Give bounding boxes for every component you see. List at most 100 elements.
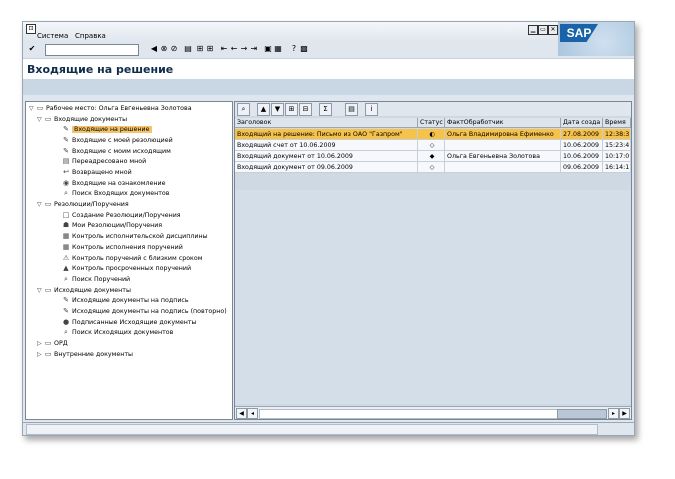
tree-item[interactable]: ▲ Контроль просроченных поручений	[62, 263, 191, 273]
status-icon: ◇	[418, 140, 445, 151]
scroll-track[interactable]	[259, 409, 607, 419]
horizontal-scrollbar[interactable]: ◀ ◂ ▸ ▶	[235, 406, 631, 419]
scroll-right-icon[interactable]: ▶	[619, 408, 630, 419]
system-menu-icon[interactable]: ⊡	[26, 24, 36, 34]
scroll-thumb[interactable]	[557, 409, 607, 419]
tree-item[interactable]: ◉ Входящие на ознакомление	[62, 178, 166, 188]
tree-group-label: Входящие документы	[54, 115, 128, 123]
column-header[interactable]: Время	[603, 118, 631, 128]
tree-item-icon: ▤	[62, 157, 70, 166]
close-button[interactable]: ✕	[548, 25, 558, 35]
table-row[interactable]: Входящий документ от 10.06.2009 ◆ Ольга Ев…	[235, 151, 631, 162]
tree-item[interactable]: ⌕ Поиск Входящих документов	[62, 188, 169, 198]
tree-item-label: Исходящие документы на подпись (повторно…	[72, 307, 227, 315]
tree-item[interactable]: ⌕ Поиск Поручений	[62, 274, 130, 284]
tree-group[interactable]: ▽ ▭ Входящие документы	[37, 114, 127, 124]
tree-item-icon: ☗	[62, 221, 70, 230]
help-icon[interactable]: ?	[289, 44, 299, 54]
tree-item[interactable]: ▦ Контроль исполнительской дисциплины	[62, 231, 208, 241]
column-header[interactable]: ФактОбработчик	[445, 118, 561, 128]
tree-collapse-icon[interactable]: ▷	[37, 350, 44, 360]
tree-expand-icon[interactable]: ▽	[37, 200, 44, 210]
tree-item[interactable]: ✎ Исходящие документы на подпись (повторн…	[62, 306, 227, 316]
tree-item[interactable]: ✎ Входящие с моим исходящим	[62, 146, 171, 156]
command-field[interactable]	[45, 44, 139, 56]
tree-group[interactable]: ▷ ▭ ОРД	[37, 338, 68, 348]
minimize-button[interactable]: ▁	[528, 25, 538, 35]
tree-group[interactable]: ▷ ▭ Внутренние документы	[37, 349, 133, 359]
find-icon[interactable]: ⊞	[195, 44, 205, 54]
table-cell: 09.06.2009	[561, 162, 603, 173]
tree-item[interactable]: ▤ Переадресовано мной	[62, 156, 147, 166]
back-icon[interactable]: ◀	[149, 44, 159, 54]
prev-page-icon[interactable]: ←	[229, 44, 239, 54]
table-row[interactable]: Входящий счет от 10.06.2009 ◇ 10.06.2009 15…	[235, 140, 631, 151]
tree-item[interactable]: ✎ Входящие с моей резолюцией	[62, 135, 173, 145]
tree-item-icon: ↩	[63, 168, 69, 176]
layout-icon[interactable]: ▩	[299, 44, 309, 54]
find-icon[interactable]: ⊞	[285, 103, 298, 116]
table-cell: 15:23:4	[603, 140, 631, 151]
tree-item[interactable]: ↩ Возвращено мной	[62, 167, 132, 177]
tree-item-icon: ✎	[63, 306, 69, 315]
restore-button[interactable]: ▭	[538, 25, 548, 35]
table-cell: 10.06.2009	[561, 151, 603, 162]
export-icon[interactable]: ▤	[345, 103, 358, 116]
tree-item-icon: ✎	[63, 296, 69, 305]
column-header[interactable]: Заголовок	[235, 118, 418, 128]
tree-item[interactable]: □ Создание Резолюции/Поручения	[62, 210, 181, 220]
find-next-icon[interactable]: ⊞	[205, 44, 215, 54]
new-session-icon[interactable]: ▣	[263, 44, 273, 54]
tree-item[interactable]: ⌕ Поиск Исходящих документов	[62, 327, 173, 337]
tree-root[interactable]: ▽ ▭ Рабочее место: Ольга Евгеньевна Золото…	[29, 103, 192, 113]
folder-icon: ▭	[44, 114, 52, 123]
sum-icon[interactable]: Σ	[319, 103, 332, 116]
tree-collapse-icon[interactable]: ▷	[37, 339, 44, 349]
tree-group-label: Исходящие документы	[54, 286, 131, 294]
print-icon[interactable]: ▤	[183, 44, 193, 54]
tree-expand-icon[interactable]: ▽	[29, 104, 36, 114]
sap-window: ⊡ Система Справка ▁ ▭ ✕ SAP ✔◧◀⊗⊘▤⊞⊞⇤←→⇥…	[22, 21, 635, 436]
last-page-icon[interactable]: ⇥	[249, 44, 259, 54]
tree-item[interactable]: ☗ Мои Резолюции/Поручения	[62, 220, 162, 230]
tree-root-label: Рабочее место: Ольга Евгеньевна Золотова	[46, 105, 192, 112]
navigation-tree: ▽ ▭ Рабочее место: Ольга Евгеньевна Золото…	[25, 101, 233, 420]
shortcut-icon[interactable]: ▦	[273, 44, 283, 54]
table-cell: Ольга Евгеньевна Золотова	[445, 151, 561, 162]
tree-item[interactable]: ⚠ Контроль поручений с близким сроком	[62, 253, 203, 263]
filter-icon[interactable]: ⊟	[299, 103, 312, 116]
column-header[interactable]: Статус	[418, 118, 445, 128]
scroll-right-step-icon[interactable]: ▸	[608, 408, 619, 419]
enter-icon[interactable]: ✔	[27, 44, 37, 54]
tree-group[interactable]: ▽ ▭ Резолюции/Поручения	[37, 199, 129, 209]
scroll-left-icon[interactable]: ◀	[236, 408, 247, 419]
table-cell: 16:14:1	[603, 162, 631, 173]
table-row[interactable]: Входящий документ от 09.06.2009 ◇ 09.06.20…	[235, 162, 631, 173]
table-cell: Входящий на решение: Письмо из ОАО "Газп…	[235, 129, 418, 140]
tree-item[interactable]: ✎ Исходящие документы на подпись	[62, 295, 189, 305]
menu-bar: ⊡ Система Справка ▁ ▭ ✕	[23, 22, 634, 42]
tree-group[interactable]: ▽ ▭ Исходящие документы	[37, 285, 131, 295]
tree-item[interactable]: ▦ Контроль исполнения поручений	[62, 242, 183, 252]
details-icon[interactable]: ⌕	[237, 103, 250, 116]
table-row[interactable]: Входящий на решение: Письмо из ОАО "Газп…	[235, 129, 631, 140]
column-header[interactable]: Дата созда	[561, 118, 603, 128]
first-page-icon[interactable]: ⇤	[219, 44, 229, 54]
sort-desc-icon[interactable]: ▼	[271, 103, 284, 116]
tree-item-icon: ▦	[62, 232, 70, 241]
tree-expand-icon[interactable]: ▽	[37, 286, 44, 296]
status-icon: ◐	[418, 129, 445, 140]
scroll-left-step-icon[interactable]: ◂	[247, 408, 258, 419]
tree-item[interactable]: ● Подписанные Исходящие документы	[62, 317, 197, 327]
table-cell: 10:17:0	[603, 151, 631, 162]
tree-item[interactable]: ✎ Входящие на решение	[62, 124, 152, 134]
sort-asc-icon[interactable]: ▲	[257, 103, 270, 116]
exit-icon[interactable]: ⊗	[159, 44, 169, 54]
menu-system[interactable]: Система	[37, 32, 68, 40]
tree-group-label: Резолюции/Поручения	[54, 201, 129, 209]
menu-help[interactable]: Справка	[75, 32, 106, 40]
tree-expand-icon[interactable]: ▽	[37, 115, 44, 125]
info-icon[interactable]: i	[365, 103, 378, 116]
next-page-icon[interactable]: →	[239, 44, 249, 54]
cancel-icon[interactable]: ⊘	[169, 44, 179, 54]
